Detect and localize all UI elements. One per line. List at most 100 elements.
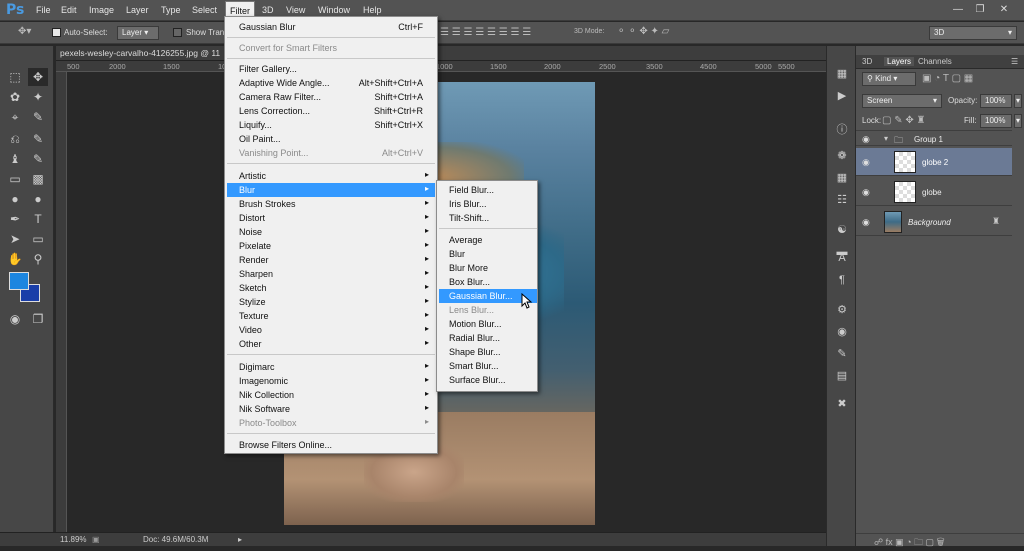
menu-item-distort[interactable]: Distort ▸ — [227, 211, 435, 225]
visibility-eye-icon[interactable]: ◉ — [862, 157, 870, 168]
menu-type[interactable]: Type — [161, 5, 181, 15]
submenu-item-surface-blur[interactable]: Surface Blur... — [439, 373, 537, 387]
menu-item-nik-software[interactable]: Nik Software ▸ — [227, 402, 435, 416]
gradient-tool-icon[interactable]: ▩ — [28, 170, 48, 188]
menu-item-video[interactable]: Video ▸ — [227, 323, 435, 337]
layer-row-globe[interactable]: ◉ globe — [856, 178, 1012, 206]
filter-kind-dropdown[interactable]: ⚲ Kind ▾ — [862, 72, 916, 86]
pen-tool-icon[interactable]: ✒ — [5, 210, 25, 228]
menu-3d[interactable]: 3D — [262, 5, 274, 15]
zoom-tool-icon[interactable]: ⚲ — [28, 250, 48, 268]
menu-edit[interactable]: Edit — [61, 5, 77, 15]
menu-window[interactable]: Window — [318, 5, 350, 15]
minimize-icon[interactable]: — — [950, 3, 966, 17]
hand-tool-icon[interactable]: ✋ — [5, 250, 25, 268]
tab-layers[interactable]: Layers — [884, 57, 915, 66]
actions-play-icon[interactable]: ▶ — [834, 88, 850, 104]
submenu-item-average[interactable]: Average — [439, 233, 537, 247]
opacity-arrow-icon[interactable]: ▾ — [1014, 94, 1022, 108]
blur-tool-icon[interactable]: ● — [5, 190, 25, 208]
eraser-icon[interactable]: ▭ — [5, 170, 25, 188]
menu-file[interactable]: File — [36, 5, 51, 15]
submenu-item-blur-more[interactable]: Blur More — [439, 261, 537, 275]
menu-item-imagenomic[interactable]: Imagenomic ▸ — [227, 374, 435, 388]
menu-item-artistic[interactable]: Artistic ▸ — [227, 169, 435, 183]
restore-icon[interactable]: ❐ — [972, 3, 988, 17]
menu-item-other[interactable]: Other ▸ — [227, 337, 435, 351]
layer-row-background[interactable]: ◉ Background ♜ — [856, 208, 1012, 236]
submenu-item-motion-blur[interactable]: Motion Blur... — [439, 317, 537, 331]
layer-name[interactable]: Group 1 — [914, 135, 943, 144]
layer-name[interactable]: globe — [922, 188, 942, 197]
layer-row-group[interactable]: ◉ ▾ 🗀 Group 1 — [856, 130, 1012, 146]
menu-item-filter-gallery[interactable]: Filter Gallery... — [227, 62, 435, 76]
tab-channels[interactable]: Channels — [918, 57, 952, 66]
submenu-item-smart-blur[interactable]: Smart Blur... — [439, 359, 537, 373]
blend-mode-dropdown[interactable]: Screen ▾ — [862, 94, 942, 108]
tab-3d[interactable]: 3D — [862, 57, 872, 66]
lock-icons[interactable]: ▢ ✎ ✥ ♜ — [882, 115, 926, 126]
marquee-tool-icon[interactable]: ⬚ — [5, 68, 25, 86]
magic-wand-icon[interactable]: ✦ — [28, 88, 48, 106]
submenu-item-radial-blur[interactable]: Radial Blur... — [439, 331, 537, 345]
menu-item-render[interactable]: Render ▸ — [227, 253, 435, 267]
lasso-tool-icon[interactable]: ✿ — [5, 88, 25, 106]
layer-filter-icons[interactable]: ▣ ◔ T ▢ ▦ — [922, 73, 973, 84]
menu-item-blur[interactable]: Blur ▸ — [227, 183, 435, 197]
expand-arrow-icon[interactable]: ▾ — [884, 134, 888, 143]
quick-mask-icon[interactable]: ◉ — [5, 310, 25, 328]
paragraph-icon[interactable]: ¶ — [834, 272, 850, 288]
foreground-color-swatch-top[interactable] — [9, 272, 29, 290]
menu-item-noise[interactable]: Noise ▸ — [227, 225, 435, 239]
close-icon[interactable]: ✕ — [996, 3, 1012, 17]
menu-item-liquify[interactable]: Liquify... Shift+Ctrl+X — [227, 118, 435, 132]
crop-tool-icon[interactable]: ⌖ — [5, 108, 25, 126]
healing-brush-icon[interactable]: ⎌ — [5, 130, 25, 148]
opacity-field[interactable]: 100% — [980, 94, 1012, 108]
menu-item-lens-correction[interactable]: Lens Correction... Shift+Ctrl+R — [227, 104, 435, 118]
menu-item-pixelate[interactable]: Pixelate ▸ — [227, 239, 435, 253]
menu-item-nik-collection[interactable]: Nik Collection ▸ — [227, 388, 435, 402]
workspace-dropdown[interactable]: 3D ▾ — [929, 26, 1017, 40]
menu-item-adaptive-wide-angle[interactable]: Adaptive Wide Angle... Alt+Shift+Ctrl+A — [227, 76, 435, 90]
submenu-item-shape-blur[interactable]: Shape Blur... — [439, 345, 537, 359]
show-transform-checkbox[interactable] — [173, 27, 182, 38]
menu-item-last-filter[interactable]: Gaussian Blur Ctrl+F — [227, 20, 435, 34]
document-tab[interactable]: pexels-wesley-carvalho-4126255.jpg @ 11 — [60, 48, 220, 58]
submenu-item-iris-blur[interactable]: Iris Blur... — [439, 197, 537, 211]
fill-field[interactable]: 100% — [980, 114, 1012, 128]
submenu-item-tilt-shift[interactable]: Tilt-Shift... — [439, 211, 537, 225]
history-brush-icon[interactable]: ✎ — [28, 150, 48, 168]
visibility-eye-icon[interactable]: ◉ — [862, 217, 870, 228]
timeline-icon[interactable]: ▤ — [834, 368, 850, 384]
menu-help[interactable]: Help — [363, 5, 382, 15]
history-icon[interactable]: ▦ — [834, 66, 850, 82]
dodge-tool-icon[interactable]: ● — [28, 190, 48, 208]
menu-image[interactable]: Image — [89, 5, 114, 15]
submenu-item-box-blur[interactable]: Box Blur... — [439, 275, 537, 289]
type-tool-icon[interactable]: T — [28, 210, 48, 228]
layer-name[interactable]: Background — [908, 218, 951, 227]
menu-view[interactable]: View — [286, 5, 305, 15]
info-icon[interactable]: ⓘ — [834, 122, 850, 138]
properties-icon[interactable]: ✎ — [834, 346, 850, 362]
panel-menu-icon[interactable]: ☰ — [1011, 57, 1018, 66]
status-icon[interactable]: ▣ — [92, 535, 100, 544]
menu-item-sharpen[interactable]: Sharpen ▸ — [227, 267, 435, 281]
menu-item-digimarc[interactable]: Digimarc ▸ — [227, 360, 435, 374]
layers-footer-icons[interactable]: ☍ fx ▣ ◔ 🗀 ▢ 🗑 — [874, 535, 945, 551]
menu-item-camera-raw[interactable]: Camera Raw Filter... Shift+Ctrl+A — [227, 90, 435, 104]
layer-row-globe2[interactable]: ◉ globe 2 — [856, 148, 1012, 176]
move-tool-icon[interactable]: ✥▾ — [18, 26, 31, 37]
zoom-level[interactable]: 11.89% — [60, 535, 87, 544]
menu-layer[interactable]: Layer — [126, 5, 149, 15]
visibility-eye-icon[interactable]: ◉ — [862, 134, 870, 145]
screen-mode-icon[interactable]: ❐ — [28, 310, 48, 328]
visibility-eye-icon[interactable]: ◉ — [862, 187, 870, 198]
menu-item-browse-filters-online[interactable]: Browse Filters Online... — [227, 438, 435, 452]
brush-panel-icon[interactable]: ☷ — [834, 192, 850, 208]
adjustments-icon[interactable]: ☯ — [834, 222, 850, 238]
color-icon[interactable]: ❁ — [834, 148, 850, 164]
clone-stamp-icon[interactable]: ♝ — [5, 150, 25, 168]
menu-item-stylize[interactable]: Stylize ▸ — [227, 295, 435, 309]
